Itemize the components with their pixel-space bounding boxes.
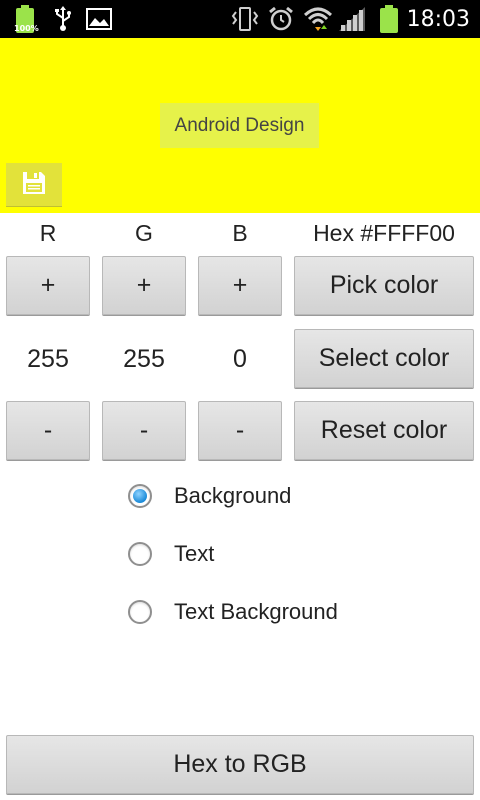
blue-increment-button[interactable]: + — [198, 256, 282, 315]
radio-button[interactable] — [128, 542, 152, 566]
blue-label: B — [232, 219, 248, 246]
usb-icon — [52, 0, 74, 38]
red-label: R — [39, 219, 57, 246]
radio-background[interactable]: Background — [128, 476, 291, 516]
alarm-icon — [266, 0, 296, 38]
radio-dot — [133, 489, 147, 503]
clock: 18:03 — [406, 6, 470, 32]
red-increment-button[interactable]: + — [6, 256, 90, 315]
green-label: G — [135, 219, 153, 246]
vibrate-icon — [230, 0, 260, 38]
floppy-disk-icon — [21, 170, 47, 201]
red-decrement-button[interactable]: - — [6, 401, 90, 460]
pick-color-button[interactable]: Pick color — [294, 256, 474, 315]
color-preview-area: Android Design — [0, 38, 480, 213]
radio-button[interactable] — [128, 600, 152, 624]
battery-level-icon — [376, 0, 402, 38]
green-increment-button[interactable]: + — [102, 256, 186, 315]
radio-label-text-background: Text Background — [174, 599, 338, 624]
reset-color-button[interactable]: Reset color — [294, 401, 474, 460]
hex-to-rgb-button[interactable]: Hex to RGB — [6, 735, 474, 794]
signal-icon — [336, 0, 368, 38]
radio-label-background: Background — [174, 483, 292, 508]
blue-decrement-button[interactable]: - — [198, 401, 282, 460]
app-screen: 100% 18:03 Android Design R G B Hex #FFF… — [0, 0, 480, 800]
save-button[interactable] — [6, 163, 62, 207]
radio-button-selected[interactable] — [128, 484, 152, 508]
radio-label-text: Text — [174, 541, 215, 566]
image-icon — [85, 0, 113, 38]
status-bar: 100% 18:03 — [0, 0, 480, 38]
preview-text: Android Design — [160, 103, 319, 148]
blue-value: 0 — [233, 344, 247, 373]
hex-label: Hex #FFFF00 — [313, 219, 455, 246]
red-value: 255 — [27, 344, 69, 373]
green-value: 255 — [123, 344, 165, 373]
radio-text[interactable]: Text — [128, 534, 214, 574]
battery-percent: 100% — [14, 24, 39, 33]
green-decrement-button[interactable]: - — [102, 401, 186, 460]
select-color-button[interactable]: Select color — [294, 329, 474, 388]
wifi-icon — [302, 0, 334, 38]
radio-text-background[interactable]: Text Background — [128, 592, 338, 632]
